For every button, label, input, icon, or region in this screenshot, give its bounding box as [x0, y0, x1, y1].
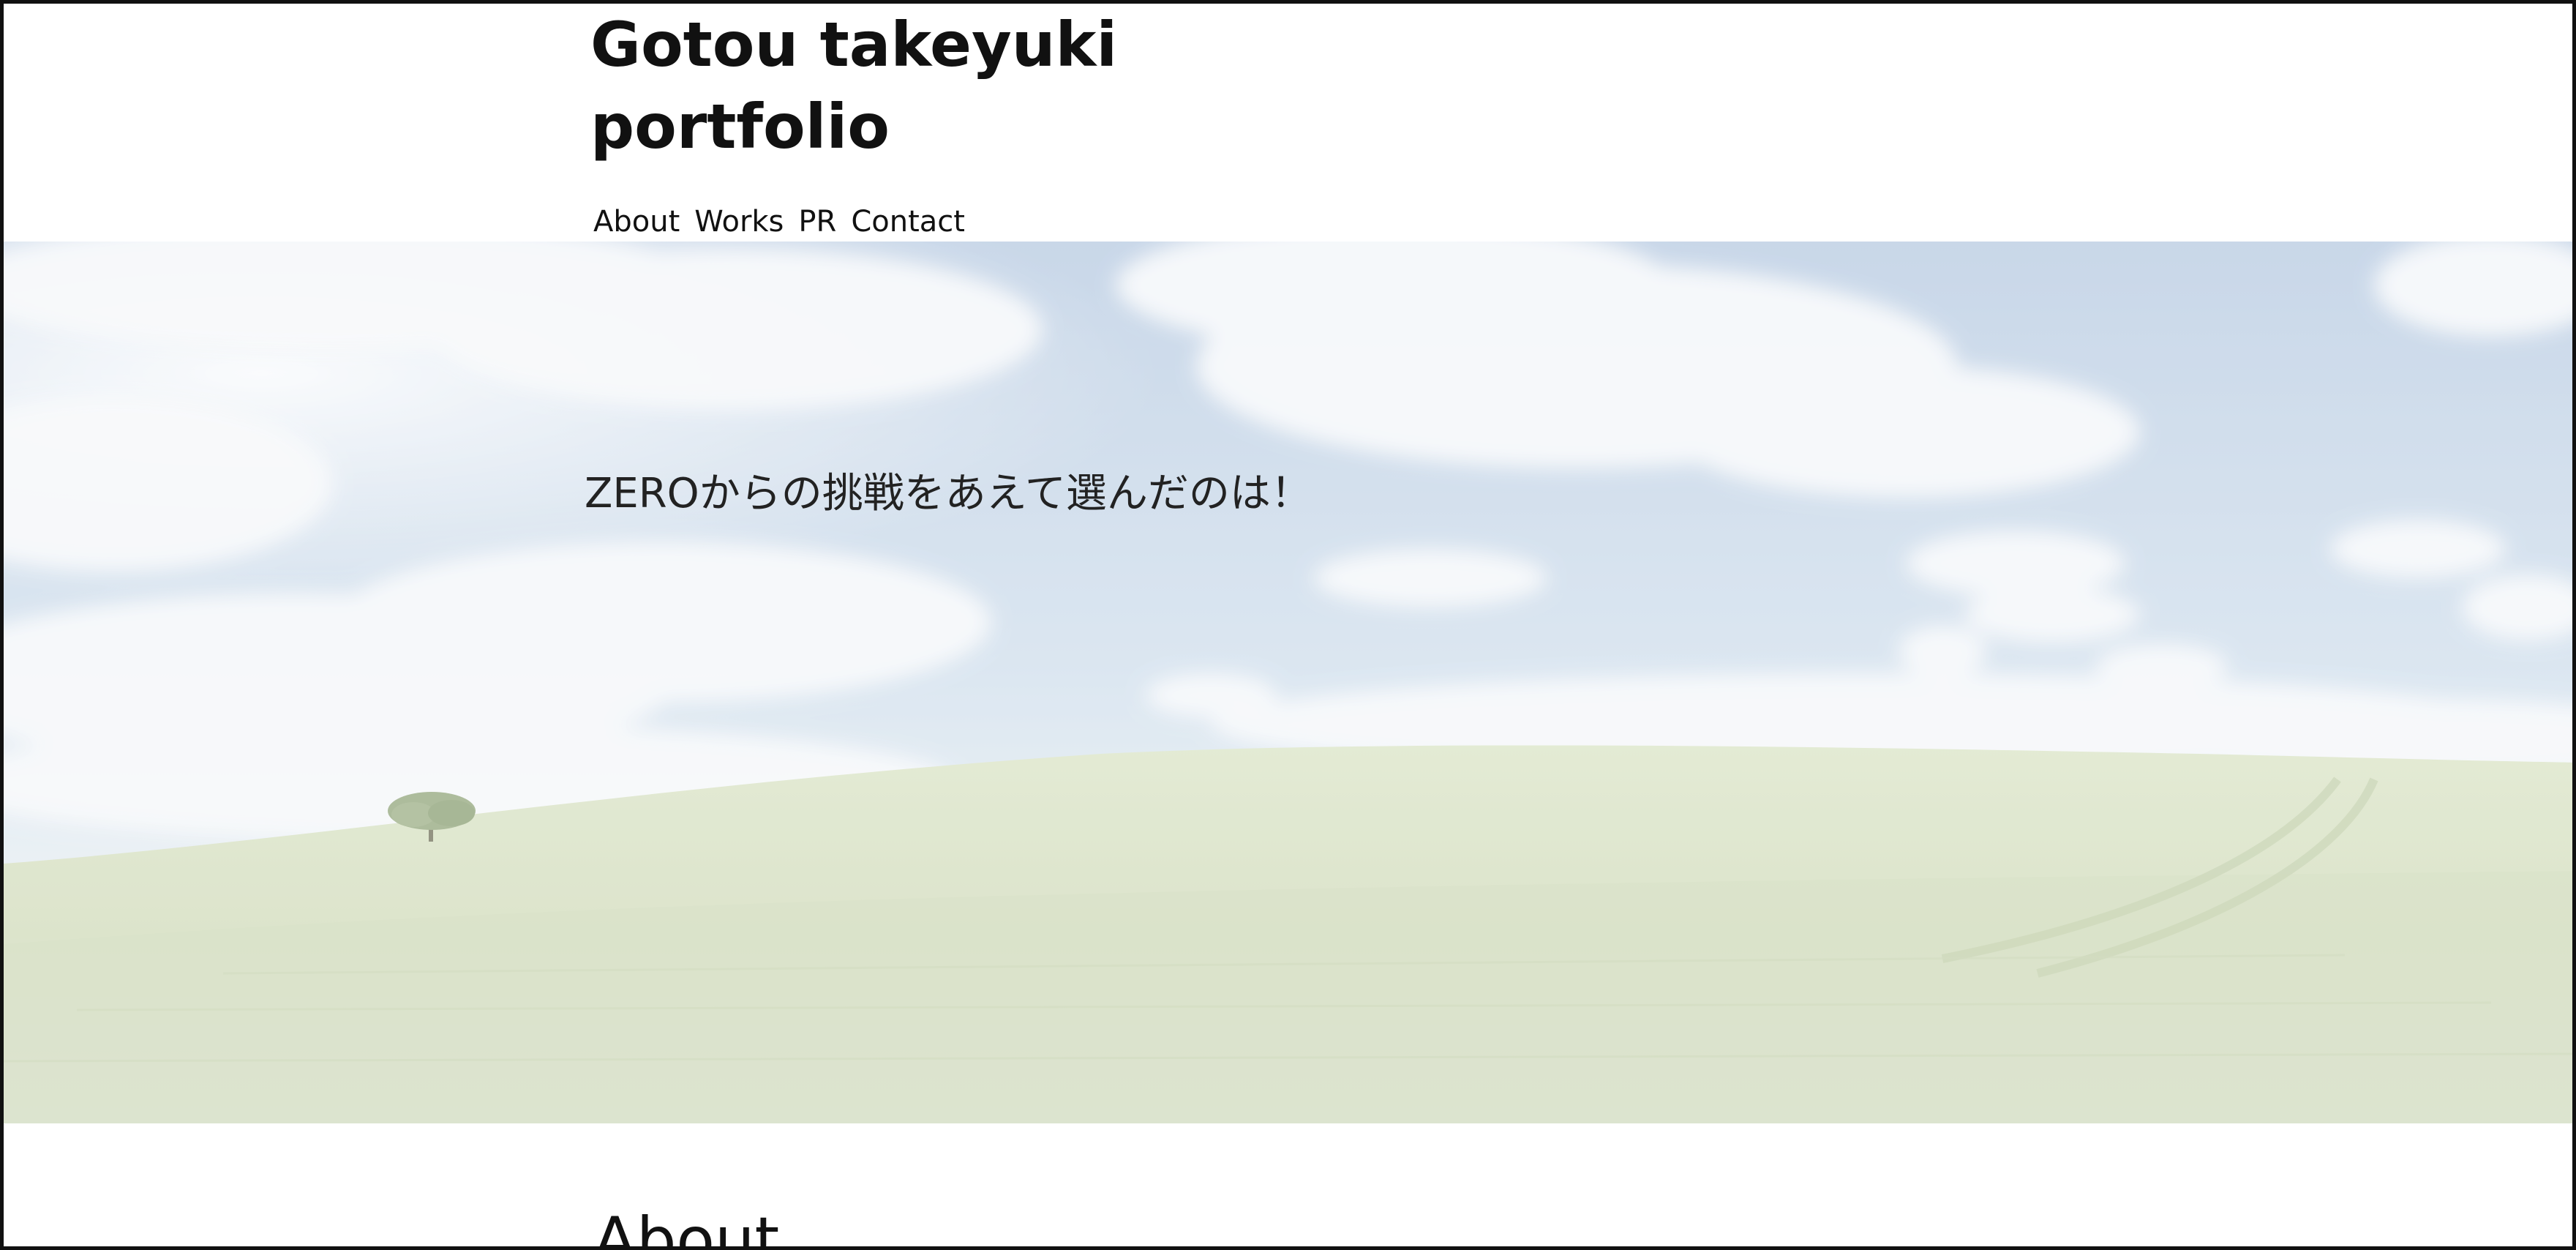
nav-link-contact[interactable]: Contact	[851, 200, 965, 244]
hero-catch-copy: ZEROからの挑戦をあえて選んだのは！	[585, 470, 1312, 517]
site-header: Gotou takeyuki portfolio About Works PR …	[4, 4, 2572, 242]
global-nav: About Works PR Contact	[593, 200, 965, 244]
nav-link-pr[interactable]: PR	[798, 200, 836, 244]
about-heading: About	[593, 1204, 780, 1250]
site-title[interactable]: Gotou takeyuki portfolio	[590, 4, 1249, 168]
site-title-line-1: Gotou takeyuki	[590, 9, 1118, 81]
nav-link-works[interactable]: Works	[694, 200, 784, 244]
page: Gotou takeyuki portfolio About Works PR …	[0, 0, 2576, 1250]
site-title-line-2: portfolio	[590, 91, 890, 162]
nav-link-about[interactable]: About	[593, 200, 680, 244]
hero-overlay	[4, 242, 2572, 1123]
hero-section: ZEROからの挑戦をあえて選んだのは！	[4, 242, 2572, 1123]
